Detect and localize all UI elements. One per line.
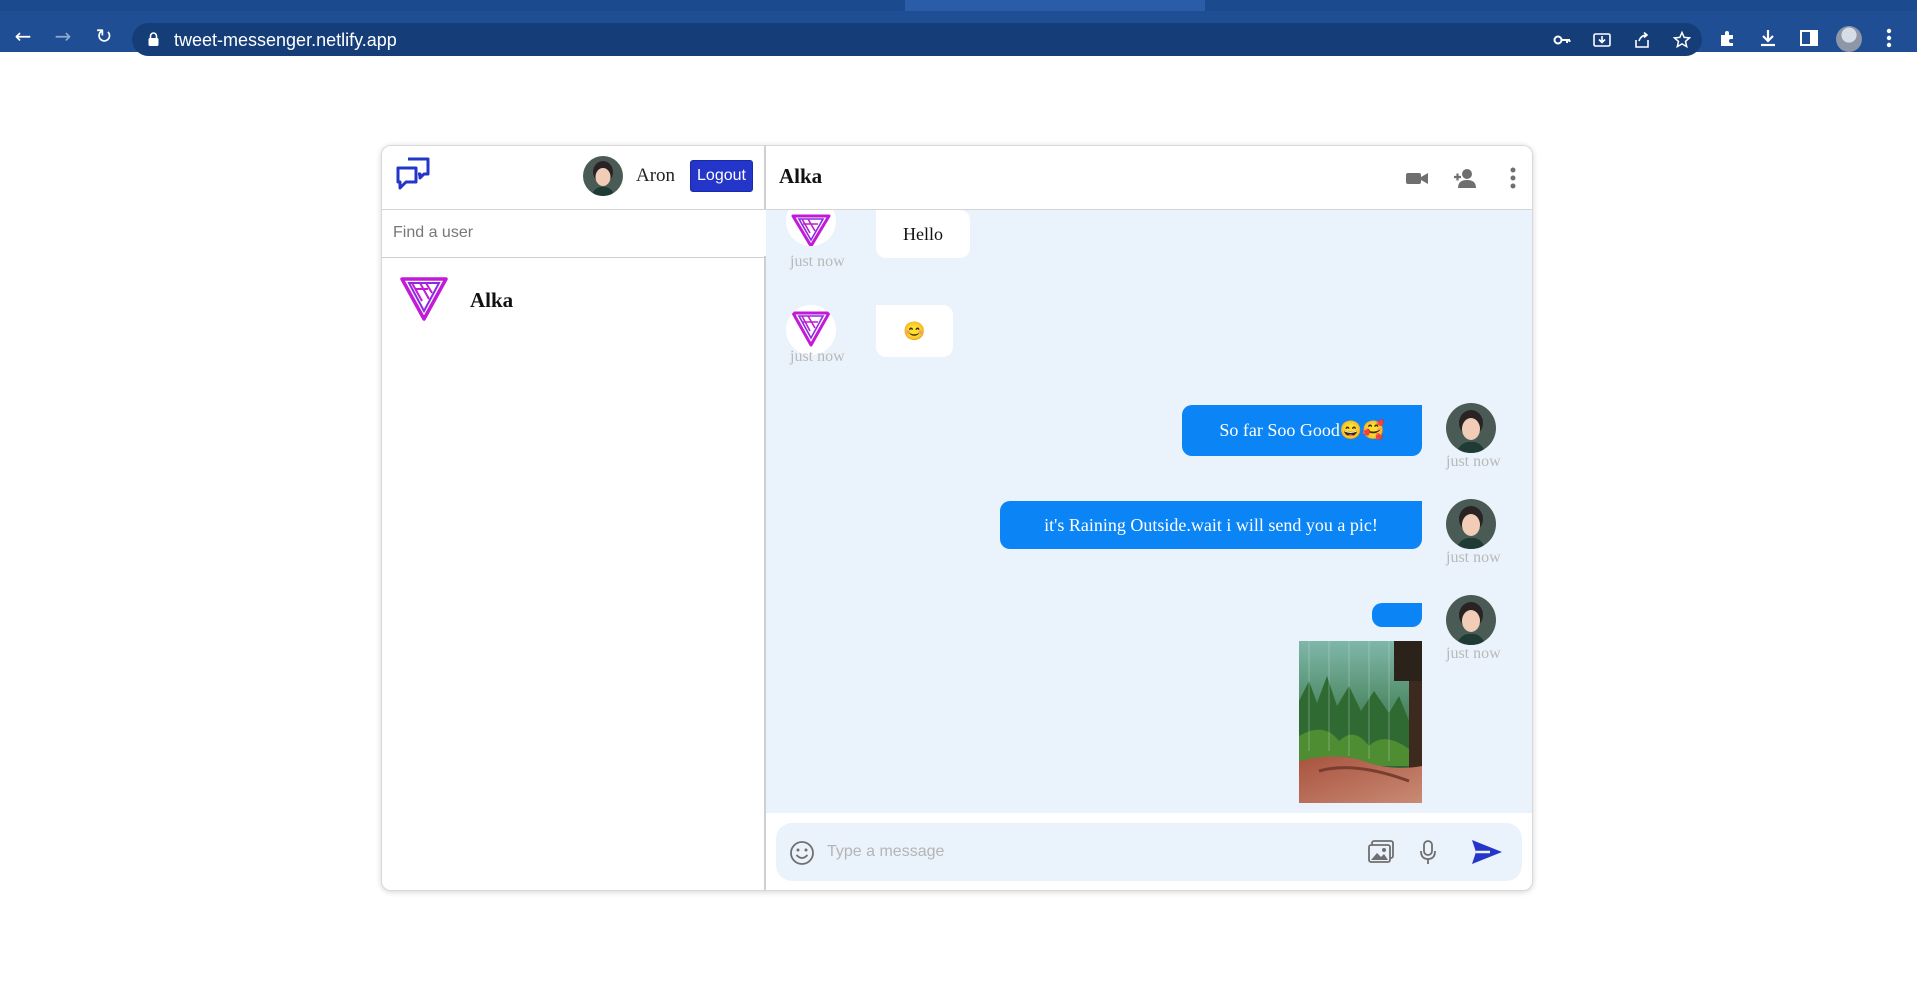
user-avatar-image [583,156,623,196]
user-avatar-image [1446,595,1496,645]
emoji-icon[interactable] [789,840,815,866]
download-icon[interactable] [1758,28,1778,48]
search-input[interactable] [382,210,766,256]
sidebar: Aron Logout Alka [382,146,766,890]
message-bubble: it's Raining Outside.wait i will send yo… [1000,501,1422,549]
message-time: just now [790,253,845,270]
chat-header: Alka [766,146,1532,210]
chat-bubbles-icon[interactable] [396,156,430,190]
browser-chrome: ← → ↻ tweet-messenger.netlify.app [0,0,1917,56]
message-outgoing: just now [766,595,1532,803]
key-icon[interactable] [1553,31,1571,49]
install-app-icon[interactable] [1593,31,1611,49]
profile-avatar[interactable] [1836,26,1862,52]
message-input[interactable] [827,835,1327,869]
message-outgoing: So far Soo Good😄🥰 just now [766,403,1532,478]
my-avatar [1446,499,1496,549]
lock-icon [148,32,159,46]
send-icon[interactable] [1470,838,1504,866]
share-icon[interactable] [1633,31,1651,49]
message-time: just now [1446,453,1501,470]
message-bubble: So far Soo Good😄🥰 [1182,405,1422,456]
message-bubble: 😊 [876,305,953,357]
user-search [382,210,766,258]
message-outgoing: it's Raining Outside.wait i will send yo… [766,499,1532,574]
message-time: just now [1446,645,1501,662]
message-composer [766,813,1532,890]
messenger-app: Aron Logout Alka Alka [381,145,1533,891]
user-list-name: Alka [470,288,514,312]
user-avatar-image [1446,403,1496,453]
side-panel-icon[interactable] [1799,28,1819,48]
message-time: just now [790,348,845,365]
logout-button[interactable]: Logout [690,160,753,192]
browser-toolbar: ← → ↻ tweet-messenger.netlify.app [0,11,1917,56]
message-time: just now [1446,549,1501,566]
message-incoming: just now Hello [766,210,1532,285]
microphone-icon[interactable] [1419,839,1437,865]
address-bar[interactable]: tweet-messenger.netlify.app [132,23,1702,56]
current-user-name: Aron [636,165,676,186]
chat-panel: Alka just now Hello just now 😊 So far So… [766,146,1532,890]
forward-icon[interactable]: → [52,25,74,47]
my-avatar [1446,403,1496,453]
message-bubble [1372,603,1422,627]
sidebar-header: Aron Logout [382,146,766,210]
chat-title: Alka [779,164,823,188]
bookmark-star-icon[interactable] [1673,31,1691,49]
add-user-icon[interactable] [1452,166,1478,190]
browser-menu-icon[interactable] [1886,27,1892,49]
tab-strip [0,0,1917,11]
image-icon[interactable] [1367,839,1395,865]
url-text[interactable]: tweet-messenger.netlify.app [174,29,397,51]
composer-box [776,823,1522,881]
user-avatar-image [1446,499,1496,549]
my-avatar [1446,595,1496,645]
sender-logo-icon [791,214,831,246]
reload-icon[interactable]: ↻ [93,25,115,47]
video-camera-icon[interactable] [1404,166,1430,190]
active-tab[interactable] [905,0,1205,11]
rain-forest-photo[interactable] [1299,641,1422,803]
user-logo-icon [400,277,448,321]
message-bubble: Hello [876,210,970,258]
more-vertical-icon[interactable] [1500,166,1526,190]
back-icon[interactable]: ← [12,25,34,47]
extensions-icon[interactable] [1718,28,1738,48]
message-list: just now Hello just now 😊 So far Soo Goo… [766,210,1532,813]
message-incoming: just now 😊 [766,305,1532,380]
avatar[interactable] [583,156,623,196]
sender-avatar [786,210,836,246]
user-list-item[interactable]: Alka [382,271,766,339]
